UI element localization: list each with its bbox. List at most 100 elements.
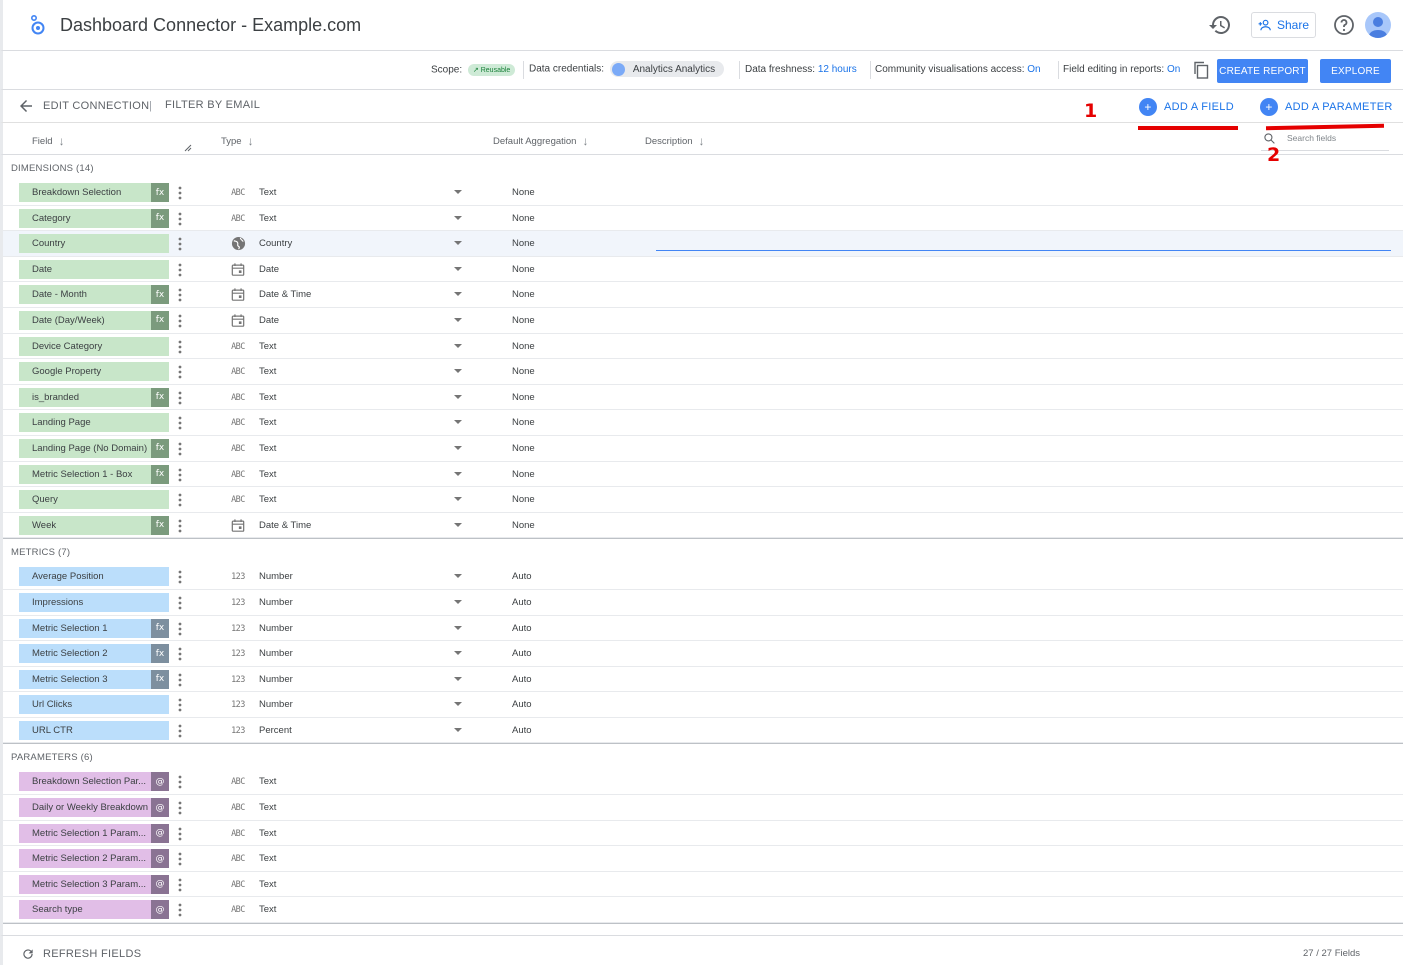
- table-row[interactable]: Google Property ABC Text None: [3, 359, 1403, 385]
- text-type-icon[interactable]: ABC: [229, 467, 247, 483]
- text-type-icon[interactable]: ABC: [229, 902, 247, 918]
- default-aggregation[interactable]: None: [512, 443, 535, 454]
- table-row[interactable]: is_branded fx ABC Text None: [3, 385, 1403, 411]
- type-dropdown-caret-icon[interactable]: [454, 241, 462, 246]
- globe-type-icon[interactable]: [229, 236, 247, 252]
- field-chip[interactable]: Breakdown Selection Par... @: [19, 772, 169, 792]
- search-fields-input[interactable]: [1287, 133, 1385, 143]
- table-row[interactable]: Date (Day/Week) fx Date None: [3, 308, 1403, 334]
- field-chip[interactable]: Google Property: [19, 362, 169, 382]
- text-type-icon[interactable]: ABC: [229, 851, 247, 867]
- looker-studio-logo-icon[interactable]: [29, 14, 49, 36]
- field-chip[interactable]: Url Clicks: [19, 695, 169, 715]
- default-aggregation[interactable]: None: [512, 315, 535, 326]
- share-button[interactable]: Share: [1251, 12, 1316, 38]
- more-vert-icon[interactable]: [175, 646, 185, 662]
- text-type-icon[interactable]: ABC: [229, 441, 247, 457]
- column-type[interactable]: Type ↓: [221, 134, 254, 148]
- table-row[interactable]: Metric Selection 1 Param... @ ABC Text: [3, 821, 1403, 847]
- column-description[interactable]: Description ↓: [645, 134, 705, 148]
- field-chip[interactable]: Country: [19, 234, 169, 254]
- more-vert-icon[interactable]: [175, 723, 185, 739]
- default-aggregation[interactable]: None: [512, 417, 535, 428]
- type-dropdown-caret-icon[interactable]: [454, 394, 462, 399]
- more-vert-icon[interactable]: [175, 697, 185, 713]
- text-type-icon[interactable]: ABC: [229, 826, 247, 842]
- number-type-icon[interactable]: 123: [229, 723, 247, 739]
- table-row[interactable]: Metric Selection 3 fx 123 Number Auto: [3, 667, 1403, 693]
- text-type-icon[interactable]: ABC: [229, 339, 247, 355]
- table-row[interactable]: Date - Month fx Date & Time None: [3, 282, 1403, 308]
- field-chip[interactable]: Metric Selection 1 - Box fx: [19, 464, 169, 484]
- type-dropdown-caret-icon[interactable]: [454, 317, 462, 322]
- field-chip[interactable]: Query: [19, 490, 169, 510]
- create-report-button[interactable]: CREATE REPORT: [1217, 59, 1308, 83]
- text-type-icon[interactable]: ABC: [229, 877, 247, 893]
- table-row[interactable]: Impressions 123 Number Auto: [3, 590, 1403, 616]
- field-chip[interactable]: Metric Selection 2 fx: [19, 644, 169, 664]
- table-row[interactable]: Daily or Weekly Breakdown @ ABC Text: [3, 795, 1403, 821]
- more-vert-icon[interactable]: [175, 467, 185, 483]
- field-chip[interactable]: URL CTR: [19, 720, 169, 740]
- more-vert-icon[interactable]: [175, 800, 185, 816]
- table-row[interactable]: Query ABC Text None: [3, 487, 1403, 513]
- field-chip[interactable]: is_branded fx: [19, 387, 169, 407]
- more-vert-icon[interactable]: [175, 390, 185, 406]
- more-vert-icon[interactable]: [175, 262, 185, 278]
- type-dropdown-caret-icon[interactable]: [454, 522, 462, 527]
- more-vert-icon[interactable]: [175, 595, 185, 611]
- add-parameter-button[interactable]: + ADD A PARAMETER: [1260, 98, 1393, 116]
- field-chip[interactable]: Metric Selection 3 Param... @: [19, 874, 169, 894]
- default-aggregation[interactable]: Auto: [512, 725, 532, 736]
- field-chip[interactable]: Daily or Weekly Breakdown @: [19, 798, 169, 818]
- back-arrow-icon[interactable]: [17, 97, 35, 115]
- more-vert-icon[interactable]: [175, 621, 185, 637]
- type-dropdown-caret-icon[interactable]: [454, 215, 462, 220]
- calendar-type-icon[interactable]: [229, 262, 247, 278]
- table-row[interactable]: Landing Page ABC Text None: [3, 410, 1403, 436]
- table-row[interactable]: Search type @ ABC Text: [3, 897, 1403, 924]
- freshness-link[interactable]: 12 hours: [818, 64, 857, 75]
- number-type-icon[interactable]: 123: [229, 595, 247, 611]
- table-row[interactable]: Week fx Date & Time None: [3, 513, 1403, 539]
- type-dropdown-caret-icon[interactable]: [454, 369, 462, 374]
- text-type-icon[interactable]: ABC: [229, 774, 247, 790]
- number-type-icon[interactable]: 123: [229, 646, 247, 662]
- type-dropdown-caret-icon[interactable]: [454, 651, 462, 656]
- more-vert-icon[interactable]: [175, 492, 185, 508]
- default-aggregation[interactable]: None: [512, 494, 535, 505]
- number-type-icon[interactable]: 123: [229, 621, 247, 637]
- type-dropdown-caret-icon[interactable]: [454, 702, 462, 707]
- number-type-icon[interactable]: 123: [229, 569, 247, 585]
- more-vert-icon[interactable]: [175, 774, 185, 790]
- more-vert-icon[interactable]: [175, 287, 185, 303]
- default-aggregation[interactable]: None: [512, 289, 535, 300]
- default-aggregation[interactable]: Auto: [512, 623, 532, 634]
- table-row[interactable]: Metric Selection 1 fx 123 Number Auto: [3, 616, 1403, 642]
- field-chip[interactable]: Metric Selection 3 fx: [19, 669, 169, 689]
- text-type-icon[interactable]: ABC: [229, 364, 247, 380]
- field-chip[interactable]: Metric Selection 1 Param... @: [19, 823, 169, 843]
- type-dropdown-caret-icon[interactable]: [454, 445, 462, 450]
- table-row[interactable]: Average Position 123 Number Auto: [3, 564, 1403, 590]
- calendar-type-icon[interactable]: [229, 287, 247, 303]
- field-chip[interactable]: Impressions: [19, 592, 169, 612]
- type-dropdown-caret-icon[interactable]: [454, 599, 462, 604]
- calendar-type-icon[interactable]: [229, 518, 247, 534]
- text-type-icon[interactable]: ABC: [229, 492, 247, 508]
- more-vert-icon[interactable]: [175, 185, 185, 201]
- resize-handle-icon[interactable]: [184, 144, 192, 152]
- type-dropdown-caret-icon[interactable]: [454, 497, 462, 502]
- description-input-underline[interactable]: [656, 250, 1391, 252]
- community-link[interactable]: On: [1027, 64, 1040, 75]
- more-vert-icon[interactable]: [175, 877, 185, 893]
- table-row[interactable]: Metric Selection 2 fx 123 Number Auto: [3, 641, 1403, 667]
- type-dropdown-caret-icon[interactable]: [454, 292, 462, 297]
- text-type-icon[interactable]: ABC: [229, 415, 247, 431]
- more-vert-icon[interactable]: [175, 364, 185, 380]
- more-vert-icon[interactable]: [175, 441, 185, 457]
- text-type-icon[interactable]: ABC: [229, 185, 247, 201]
- explore-button[interactable]: EXPLORE: [1320, 59, 1391, 83]
- default-aggregation[interactable]: None: [512, 520, 535, 531]
- text-type-icon[interactable]: ABC: [229, 211, 247, 227]
